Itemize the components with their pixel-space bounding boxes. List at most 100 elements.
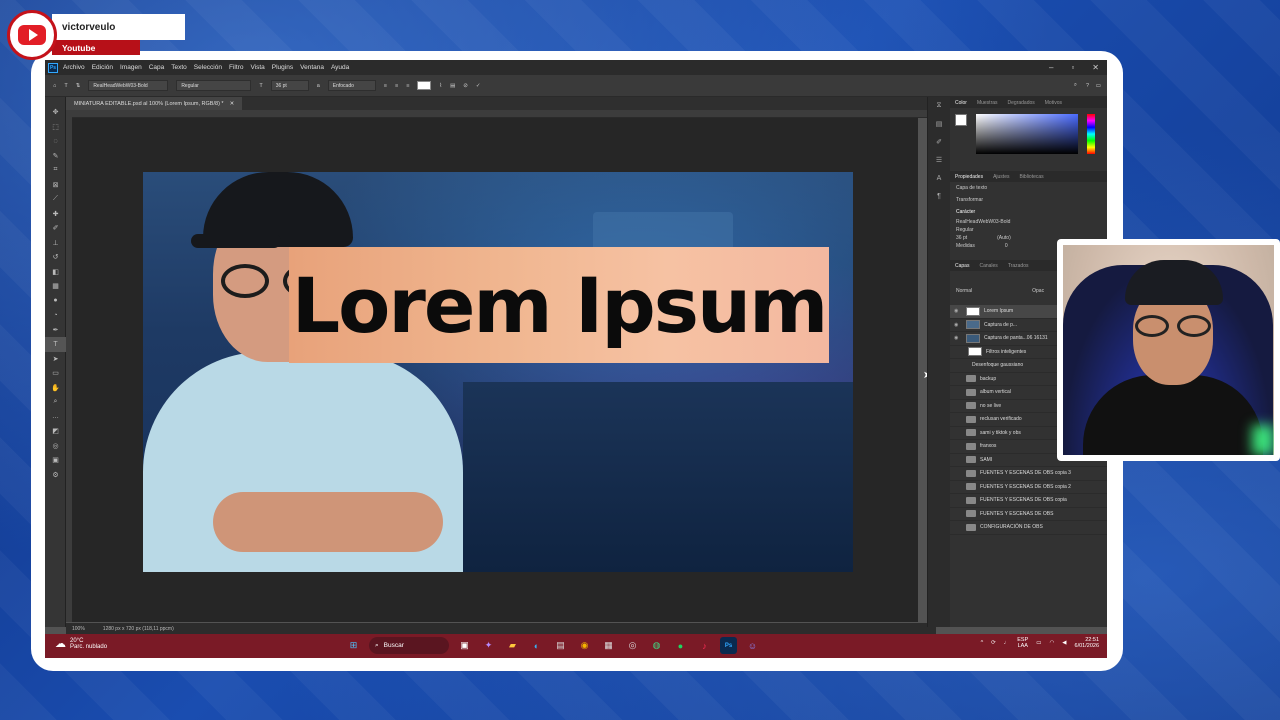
font-style-select[interactable]: Regular [176, 80, 252, 91]
eyedropper-tool-icon[interactable]: ⟋ [45, 192, 66, 207]
tab-ajustes[interactable]: Ajustes [993, 174, 1009, 180]
tab-muestras[interactable]: Muestras [977, 100, 998, 106]
eye-icon[interactable]: ◉ [954, 335, 962, 341]
quick-mask-icon[interactable]: ◎ [45, 439, 66, 454]
menu-ayuda[interactable]: Ayuda [331, 64, 349, 71]
tiktok-icon[interactable]: ♪ [696, 637, 713, 654]
history-panel-icon[interactable]: ⧖ [928, 97, 950, 115]
chrome-icon[interactable]: ◉ [576, 637, 593, 654]
gradient-tool-icon[interactable]: ▦ [45, 279, 66, 294]
thumbnail-title-text[interactable]: Lorem Ipsum [292, 261, 829, 350]
tab-color[interactable]: Color [955, 100, 967, 106]
prop-tracking-field[interactable]: 0 [1005, 243, 1008, 249]
home-icon[interactable]: ⌂ [53, 83, 56, 89]
prop-kerning-field[interactable]: Medidas [956, 243, 975, 249]
menu-ventana[interactable]: Ventana [300, 64, 324, 71]
tab-bibliotecas[interactable]: Bibliotecas [1019, 174, 1043, 180]
tab-trazados[interactable]: Trazados [1008, 263, 1029, 269]
hand-tool-icon[interactable]: ✋ [45, 381, 66, 396]
whatsapp-icon[interactable]: ◍ [648, 637, 665, 654]
color-field[interactable] [976, 114, 1078, 154]
text-layer-box[interactable]: Lorem Ipsum [289, 247, 829, 363]
layer-row[interactable]: FUENTES Y ESCENAS DE OBS [950, 508, 1107, 521]
menu-seleccion[interactable]: Selección [194, 64, 222, 71]
healing-tool-icon[interactable]: ✚ [45, 207, 66, 222]
edit-toolbar-icon[interactable]: ⚙ [45, 468, 66, 483]
menu-edicion[interactable]: Edición [92, 64, 113, 71]
discord-icon[interactable]: ☺ [744, 637, 761, 654]
character-panel-icon[interactable]: ▤ [450, 83, 455, 89]
comments-panel-icon[interactable]: ▤ [928, 115, 950, 133]
pen-tool-icon[interactable]: ✒ [45, 323, 66, 338]
monitor-icon[interactable]: ▭ [1036, 640, 1041, 646]
calculator-icon[interactable]: ▦ [600, 637, 617, 654]
foreground-color-swatch[interactable] [955, 114, 967, 126]
taskbar-search[interactable]: ⌕ Buscar [369, 637, 449, 654]
prop-style-field[interactable]: Regular [950, 226, 1107, 234]
tab-canales[interactable]: Canales [979, 263, 997, 269]
quick-select-tool-icon[interactable]: ✎ [45, 149, 66, 164]
prop-font-field[interactable]: RealHeadWebW03-Bold [950, 218, 1107, 226]
tab-close-icon[interactable]: ✕ [230, 101, 235, 107]
windows-start-icon[interactable]: ⊞ [345, 637, 362, 654]
spotify-icon[interactable]: ● [672, 637, 689, 654]
commit-icon[interactable]: ✓ [476, 83, 481, 89]
menu-filtro[interactable]: Filtro [229, 64, 243, 71]
region-label[interactable]: LAA [1017, 643, 1028, 649]
layer-row[interactable]: FUENTES Y ESCENAS DE OBS copia 3 [950, 467, 1107, 481]
canvas-area[interactable]: Lorem Ipsum ➤ [72, 118, 931, 622]
blur-tool-icon[interactable]: ● [45, 294, 66, 309]
obs-icon[interactable]: ◎ [624, 637, 641, 654]
microphone-icon[interactable]: ♩ [1004, 640, 1010, 646]
more-tools-icon[interactable]: … [45, 410, 66, 425]
foreground-background-icon[interactable]: ◩ [45, 424, 66, 439]
prop-leading-field[interactable]: (Auto) [997, 235, 1011, 241]
color-picker[interactable] [950, 108, 1107, 171]
menu-imagen[interactable]: Imagen [120, 64, 142, 71]
prop-size-field[interactable]: 36 pt [956, 235, 967, 241]
align-right-icon[interactable]: ≡ [406, 83, 409, 89]
minimize-icon[interactable]: – [1049, 63, 1053, 72]
menu-plugins[interactable]: Plugins [272, 64, 293, 71]
edge-icon[interactable]: ◐ [528, 637, 545, 654]
align-center-icon[interactable]: ≡ [395, 83, 398, 89]
marquee-tool-icon[interactable]: ⬚ [45, 120, 66, 135]
warp-text-icon[interactable]: ⌇ [439, 83, 442, 89]
font-family-select[interactable]: RealHeadWebW03-Bold [88, 80, 169, 91]
eye-icon[interactable]: ◉ [954, 322, 962, 328]
zoom-tool-icon[interactable]: ⌕ [45, 395, 66, 410]
brush-tool-icon[interactable]: ✐ [45, 221, 66, 236]
paragraph-panel-icon[interactable]: ¶ [928, 187, 950, 205]
workspace-icon[interactable]: ▭ [1096, 83, 1101, 89]
task-view-icon[interactable]: ▣ [456, 637, 473, 654]
character-panel-icon[interactable]: A [928, 169, 950, 187]
text-color-swatch[interactable] [417, 81, 432, 90]
wifi-icon[interactable]: ◠ [1049, 640, 1054, 646]
font-size-select[interactable]: 36 pt [270, 80, 309, 91]
tray-chevron-icon[interactable]: ^ [981, 640, 984, 646]
help-icon[interactable]: ? [1086, 83, 1089, 89]
maximize-icon[interactable]: ▫ [1071, 63, 1074, 72]
layer-row[interactable]: CONFIGURACIÓN DE OBS [950, 521, 1107, 535]
eraser-tool-icon[interactable]: ◧ [45, 265, 66, 280]
screen-mode-icon[interactable]: ▣ [45, 453, 66, 468]
search-icon[interactable]: ⌕ [1074, 82, 1077, 89]
align-left-icon[interactable]: ≡ [384, 83, 387, 89]
blend-mode-select[interactable]: Normal [956, 288, 972, 294]
layer-row[interactable]: FUENTES Y ESCENAS DE OBS copia 2 [950, 481, 1107, 494]
menu-archivo[interactable]: Archivo [63, 64, 85, 71]
crop-tool-icon[interactable]: ⌗ [45, 163, 66, 178]
antialias-select[interactable]: Enfocado [327, 80, 376, 91]
clock-date[interactable]: 6/01/2026 [1075, 643, 1099, 649]
tab-motivos[interactable]: Motivos [1045, 100, 1062, 106]
brush-panel-icon[interactable]: ✐ [928, 133, 950, 151]
close-icon[interactable]: ✕ [1092, 63, 1099, 72]
menu-capa[interactable]: Capa [149, 64, 165, 71]
store-icon[interactable]: ▤ [552, 637, 569, 654]
photoshop-logo-icon[interactable]: Ps [48, 62, 58, 73]
type-tool-icon[interactable]: T [45, 337, 66, 352]
cancel-icon[interactable]: ⊘ [463, 83, 468, 89]
weather-widget[interactable]: ☁ 20°C Parc. nublado [55, 637, 107, 651]
menu-vista[interactable]: Vista [250, 64, 264, 71]
thumbnail-artwork[interactable]: Lorem Ipsum [143, 172, 853, 572]
